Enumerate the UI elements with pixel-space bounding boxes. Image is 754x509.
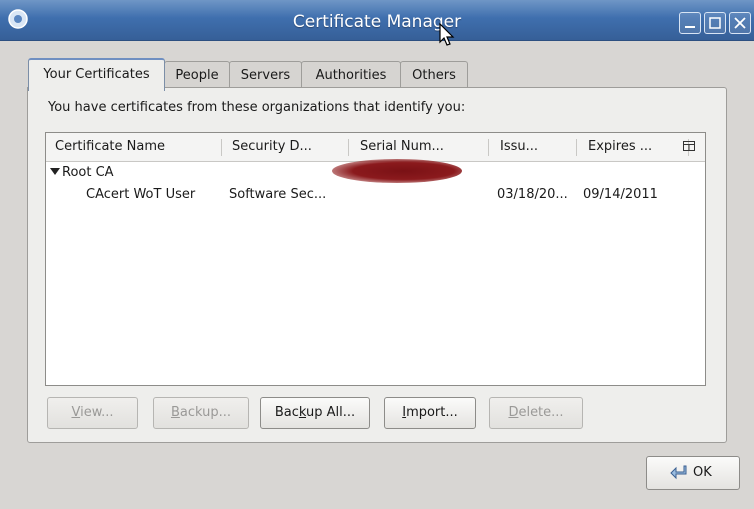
ok-arrow-icon [670,465,687,480]
redacted-serial-mark [332,159,462,183]
import-button[interactable]: Import... [384,397,476,429]
tree-header: Certificate Name Security D... Serial Nu… [46,133,705,162]
column-divider [221,139,222,156]
view-label-post: iew... [80,405,114,420]
delete-label-mnemonic: D [508,405,519,420]
ok-button[interactable]: OK [646,456,740,490]
minimize-icon [685,26,695,28]
group-label: Root CA [62,165,114,180]
cell-certificate-name: CAcert WoT User [86,187,196,202]
backup-all-label-pre: Bac [274,405,299,420]
backup-all-label-post: up All... [306,405,356,420]
tab-your-certificates[interactable]: Your Certificates [28,58,165,91]
tab-others[interactable]: Others [400,61,468,89]
close-button[interactable] [729,12,751,34]
view-button[interactable]: View... [47,397,138,429]
cell-issued: 03/18/20... [497,187,568,202]
certificate-row[interactable]: CAcert WoT User Software Sec... 03/18/20… [46,185,705,205]
delete-button[interactable]: Delete... [489,397,583,429]
delete-label-post: elete... [518,405,564,420]
certificate-tree[interactable]: Certificate Name Security D... Serial Nu… [45,132,706,386]
intro-text: You have certificates from these organiz… [48,100,466,115]
column-certificate-name[interactable]: Certificate Name [55,133,215,161]
expand-triangle-icon[interactable] [50,168,60,175]
column-security-device[interactable]: Security D... [232,133,342,161]
mouse-cursor-icon [439,22,455,46]
column-expires[interactable]: Expires ... [588,133,678,161]
column-divider [576,139,577,156]
tree-group-row[interactable]: Root CA [50,163,114,183]
tab-servers[interactable]: Servers [229,61,302,89]
column-serial-number[interactable]: Serial Num... [360,133,480,161]
title-bar[interactable]: Certificate Manager [0,0,754,41]
backup-label-post: ackup... [179,405,232,420]
your-certificates-panel: You have certificates from these organiz… [27,87,727,443]
tab-authorities[interactable]: Authorities [301,61,401,89]
backup-all-button[interactable]: Backup All... [260,397,370,429]
column-divider [488,139,489,156]
backup-label-mnemonic: B [170,405,180,420]
backup-all-label-mnemonic: k [298,405,307,420]
tab-people[interactable]: People [164,61,230,89]
column-picker-icon[interactable] [683,141,695,153]
maximize-icon [709,17,721,29]
minimize-button[interactable] [679,12,701,34]
cell-expires: 09/14/2011 [583,187,658,202]
ok-label: OK [693,465,712,480]
backup-button[interactable]: Backup... [153,397,249,429]
maximize-button[interactable] [704,12,726,34]
view-label-mnemonic: V [71,405,81,420]
column-divider [348,139,349,156]
column-issued[interactable]: Issu... [500,133,570,161]
cell-security-device: Software Sec... [229,187,327,202]
close-icon [734,17,746,29]
window-title: Certificate Manager [292,12,462,32]
import-label-post: mport... [406,405,458,420]
